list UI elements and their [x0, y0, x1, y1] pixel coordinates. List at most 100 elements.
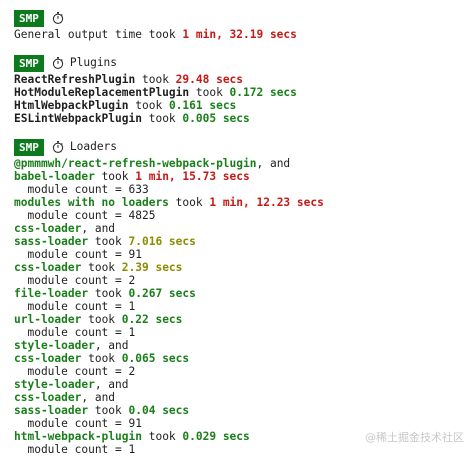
loader-line: sass-loader took 7.016 secs	[14, 235, 464, 248]
loader-text: took	[88, 287, 129, 300]
loader-segment: style-loader	[14, 339, 95, 352]
general-label: General output time took	[14, 28, 183, 41]
loader-text: took	[88, 235, 129, 248]
loader-line: module count = 91	[14, 248, 464, 261]
loader-text: module count = 2	[14, 274, 136, 287]
general-header: SMP	[14, 9, 464, 27]
plugin-time: 29.48 secs	[175, 73, 244, 86]
plugins-title: Plugins	[69, 56, 118, 69]
loader-segment: modules with no loaders	[14, 196, 169, 209]
loader-segment: 0.267 secs	[128, 287, 196, 300]
loader-line: babel-loader took 1 min, 15.73 secs	[14, 170, 464, 183]
loader-text: module count = 1	[14, 300, 136, 313]
plugin-line: ReactRefreshPlugin took 29.48 secs	[14, 73, 464, 86]
plugin-time: 0.161 secs	[168, 99, 237, 112]
loader-segment: file-loader	[14, 287, 89, 300]
loader-segment: sass-loader	[14, 235, 89, 248]
plugin-name: ReactRefreshPlugin	[14, 73, 136, 86]
smp-badge: SMP	[14, 9, 44, 27]
plugin-time: 0.172 secs	[229, 86, 297, 99]
smp-badge: SMP	[14, 138, 44, 156]
loader-segment: css-loader	[14, 352, 82, 365]
plugin-took: took	[135, 73, 176, 86]
loader-line: css-loader took 2.39 secs	[14, 261, 464, 274]
loader-line: module count = 633	[14, 183, 464, 196]
loader-line: file-loader took 0.267 secs	[14, 287, 464, 300]
plugin-line: ESLintWebpackPlugin took 0.005 secs	[14, 112, 464, 125]
loader-segment: 7.016 secs	[128, 235, 196, 248]
smp-badge: SMP	[14, 54, 44, 72]
plugin-time: 0.005 secs	[182, 112, 250, 125]
stopwatch-icon	[52, 57, 64, 69]
loader-text: took	[94, 170, 136, 183]
loader-line: style-loader, and	[14, 378, 464, 391]
loader-text: module count = 1	[14, 443, 136, 456]
loader-line: module count = 4825	[14, 209, 464, 222]
loader-text: took	[141, 430, 183, 443]
loader-segment: url-loader	[14, 313, 82, 326]
loader-text: , and	[81, 222, 116, 235]
loader-line: module count = 2	[14, 274, 464, 287]
loader-line: style-loader, and	[14, 339, 464, 352]
loader-line: url-loader took 0.22 secs	[14, 313, 464, 326]
loader-text: , and	[256, 157, 291, 170]
plugin-took: took	[141, 112, 183, 125]
loader-segment: css-loader	[14, 222, 82, 235]
loader-segment: css-loader	[14, 261, 82, 274]
loader-segment: babel-loader	[14, 170, 95, 183]
plugin-name: HtmlWebpackPlugin	[14, 99, 129, 112]
loader-segment: 1 min, 12.23 secs	[209, 196, 324, 209]
plugin-name: ESLintWebpackPlugin	[14, 112, 142, 125]
loader-text: took	[168, 196, 210, 209]
general-output-line: General output time took 1 min, 32.19 se…	[14, 28, 464, 41]
loader-text: module count = 633	[14, 183, 149, 196]
plugin-list: ReactRefreshPlugin took 29.48 secs HotMod…	[14, 73, 464, 125]
plugin-line: HtmlWebpackPlugin took 0.161 secs	[14, 99, 464, 112]
loader-text: took	[81, 313, 122, 326]
loader-segment: @pmmmwh/react-refresh-webpack-plugin	[14, 157, 257, 170]
loader-text: module count = 2	[14, 365, 136, 378]
loader-line: css-loader, and	[14, 391, 464, 404]
loader-segment: 0.029 secs	[182, 430, 250, 443]
loader-text: took	[88, 404, 129, 417]
loader-segment: 0.04 secs	[128, 404, 190, 417]
loader-text: took	[81, 352, 122, 365]
loader-line: module count = 1	[14, 300, 464, 313]
loader-line: css-loader, and	[14, 222, 464, 235]
plugin-name: HotModuleReplacementPlugin	[14, 86, 190, 99]
loader-line: modules with no loaders took 1 min, 12.2…	[14, 196, 464, 209]
loader-text: module count = 91	[14, 248, 142, 261]
plugin-took: took	[128, 99, 169, 112]
loader-text: , and	[81, 391, 116, 404]
watermark: @稀土掘金技术社区	[365, 431, 464, 444]
loader-segment: sass-loader	[14, 404, 89, 417]
loader-segment: css-loader	[14, 391, 82, 404]
plugins-header: SMP Plugins	[14, 54, 464, 72]
loader-text: module count = 1	[14, 326, 136, 339]
general-time: 1 min, 32.19 secs	[182, 28, 297, 41]
loader-line: css-loader took 0.065 secs	[14, 352, 464, 365]
loader-text: , and	[94, 378, 129, 391]
stopwatch-icon	[52, 12, 64, 24]
loader-text: module count = 91	[14, 417, 142, 430]
loader-segment: 2.39 secs	[121, 261, 183, 274]
loaders-title: Loaders	[69, 140, 118, 153]
loader-text: took	[81, 261, 122, 274]
loaders-header: SMP Loaders	[14, 138, 464, 156]
loader-line: sass-loader took 0.04 secs	[14, 404, 464, 417]
loader-segment: 1 min, 15.73 secs	[135, 170, 250, 183]
terminal-output: SMP General output time took 1 min, 32.1…	[14, 9, 464, 456]
stopwatch-icon	[52, 141, 64, 153]
loader-segment: style-loader	[14, 378, 95, 391]
loader-text: , and	[94, 339, 129, 352]
loader-line: module count = 2	[14, 365, 464, 378]
plugin-took: took	[189, 86, 230, 99]
loader-segment: 0.22 secs	[121, 313, 183, 326]
loader-list: @pmmmwh/react-refresh-webpack-plugin, an…	[14, 157, 464, 456]
plugin-line: HotModuleReplacementPlugin took 0.172 se…	[14, 86, 464, 99]
loader-segment: 0.065 secs	[121, 352, 190, 365]
loader-segment: html-webpack-plugin	[14, 430, 142, 443]
loader-line: module count = 1	[14, 326, 464, 339]
loader-text: module count = 4825	[14, 209, 156, 222]
loader-line: @pmmmwh/react-refresh-webpack-plugin, an…	[14, 157, 464, 170]
